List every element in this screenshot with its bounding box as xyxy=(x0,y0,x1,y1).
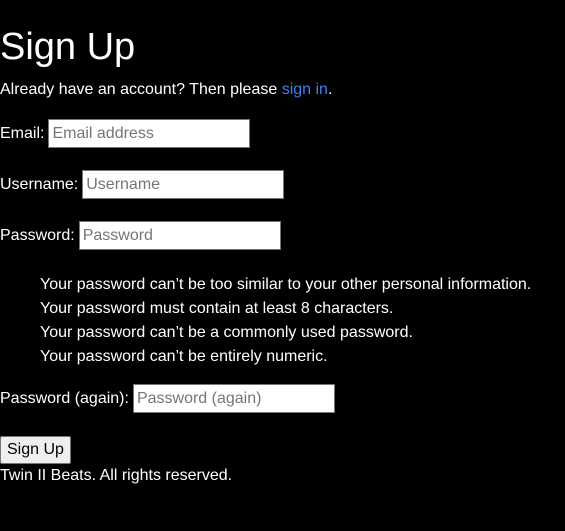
password-help-item: Your password must contain at least 8 ch… xyxy=(40,300,394,317)
signin-prompt-text: Already have an account? Then please xyxy=(0,81,282,98)
email-label: Email: xyxy=(0,124,45,142)
password-row: Password: xyxy=(0,221,281,250)
signin-link[interactable]: sign in xyxy=(282,81,328,98)
email-field[interactable] xyxy=(48,119,251,148)
page-title: Sign Up xyxy=(0,26,136,68)
footer-copyright: Twin II Beats. All rights reserved. xyxy=(0,467,233,484)
password-confirm-field[interactable] xyxy=(132,384,335,413)
signup-button[interactable]: Sign Up xyxy=(0,436,71,464)
email-row: Email: xyxy=(0,119,251,148)
password-help-list: Your password can’t be too similar to yo… xyxy=(40,273,531,369)
signup-page: Sign Up Already have an account? Then pl… xyxy=(0,0,565,531)
password-field[interactable] xyxy=(78,221,281,250)
password-confirm-label: Password (again): xyxy=(0,389,129,407)
password-help-item: Your password can’t be entirely numeric. xyxy=(40,348,328,365)
username-label: Username: xyxy=(0,175,79,193)
password-help-item: Your password can’t be a commonly used p… xyxy=(40,324,413,341)
password-confirm-row: Password (again): xyxy=(0,384,335,413)
password-label: Password: xyxy=(0,226,75,244)
password-help-item: Your password can’t be too similar to yo… xyxy=(40,276,532,293)
username-field[interactable] xyxy=(82,170,285,199)
signin-prompt: Already have an account? Then please sig… xyxy=(0,80,332,100)
signin-prompt-end: . xyxy=(327,81,333,98)
username-row: Username: xyxy=(0,170,285,199)
